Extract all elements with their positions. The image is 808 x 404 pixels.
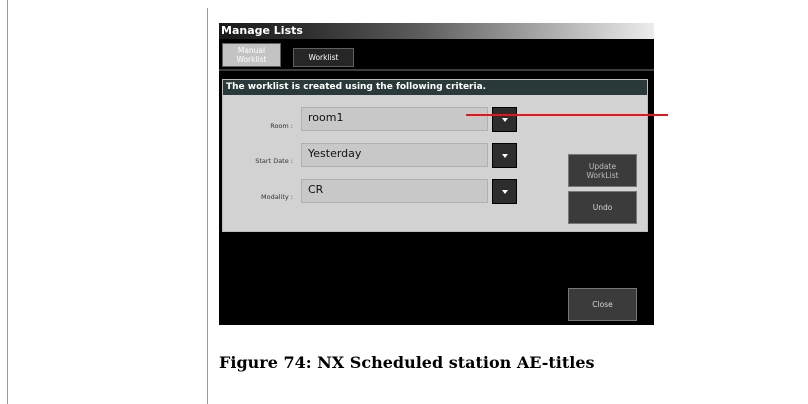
start-date-label: Start Date : [255,157,293,165]
start-date-dropdown[interactable]: Yesterday [301,143,488,167]
modality-label: Modality : [261,193,293,201]
left-margin-rule [7,0,8,404]
undo-button[interactable]: Undo [568,191,637,224]
update-worklist-label: Update WorkList [586,162,619,180]
criteria-panel-header: The worklist is created using the follow… [223,80,647,95]
modality-dropdown-button[interactable] [492,179,517,204]
manage-lists-window: Manage Lists Manual Worklist Worklist Th… [219,23,654,325]
room-label: Room : [270,122,293,130]
update-worklist-button[interactable]: Update WorkList [568,154,637,187]
middle-margin-rule [207,8,208,404]
room-dropdown[interactable]: room1 [301,107,488,131]
tab-worklist[interactable]: Worklist [293,48,354,67]
close-label: Close [592,300,613,309]
tab-manual-worklist-label: Manual Worklist [236,46,267,64]
tab-worklist-label: Worklist [308,53,339,62]
room-value: room1 [308,111,344,124]
undo-label: Undo [592,203,613,212]
modality-dropdown[interactable]: CR [301,179,488,203]
window-title: Manage Lists [221,24,303,37]
start-date-dropdown-button[interactable] [492,143,517,168]
start-date-value: Yesterday [308,147,362,160]
window-titlebar: Manage Lists [219,23,654,39]
modality-value: CR [308,183,324,196]
annotation-line [466,114,668,116]
room-dropdown-button[interactable] [492,107,517,132]
close-button[interactable]: Close [568,288,637,321]
tab-manual-worklist[interactable]: Manual Worklist [222,43,281,67]
figure-caption: Figure 74: NX Scheduled station AE-title… [219,353,595,372]
tab-underline [219,69,654,71]
